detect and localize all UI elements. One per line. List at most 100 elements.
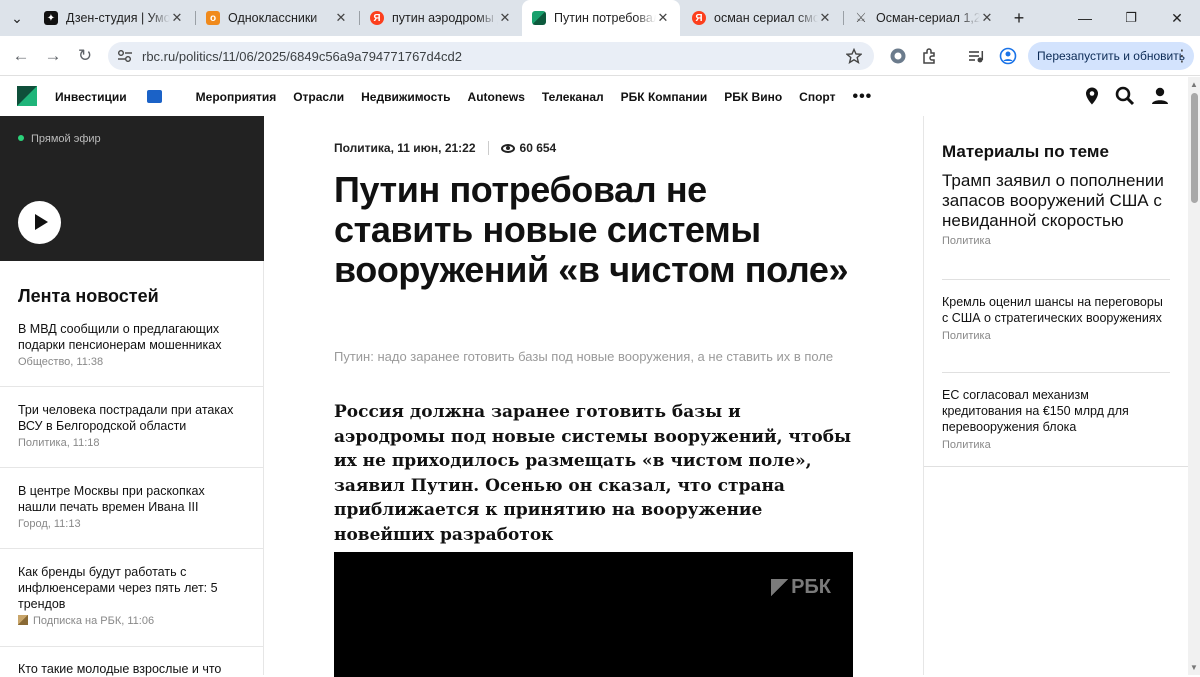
- rbc-logo-icon[interactable]: [17, 86, 37, 106]
- related-item[interactable]: Трамп заявил о пополнении запасов вооруж…: [942, 171, 1170, 247]
- nav-item-investments[interactable]: Инвестиции: [55, 89, 179, 104]
- feed-item-meta: Политика, 11:18: [18, 437, 100, 449]
- article-lead: Россия должна заранее готовить базы и аэ…: [334, 402, 852, 545]
- nav-item-realty[interactable]: Недвижимость: [361, 90, 450, 104]
- eye-views-icon: [500, 143, 515, 153]
- related-title: Материалы по теме: [942, 142, 1109, 161]
- site-menu: Инвестиции Мероприятия Отрасли Недвижимо…: [55, 77, 889, 116]
- nav-item-sport[interactable]: Спорт: [799, 90, 835, 104]
- back-arrow-icon[interactable]: ←: [9, 44, 33, 68]
- nav-item-wine[interactable]: РБК Вино: [724, 90, 782, 104]
- live-dot-icon: [18, 135, 24, 141]
- new-tab-plus-icon[interactable]: +: [1004, 0, 1034, 36]
- related-materials: Материалы по теме Трамп заявил о пополне…: [923, 116, 1189, 675]
- related-item-meta: Политика: [942, 439, 991, 451]
- tab-search-icon[interactable]: ⌄: [0, 0, 34, 36]
- browser-tab-strip: ⌄ ✦ Дзен-студия | Умом не понять ✕ о Одн…: [0, 0, 1200, 36]
- feed-item-title: В МВД сообщили о предлагающих подарки пе…: [18, 322, 222, 352]
- tab-yandex-osman[interactable]: Я осман сериал смотреть ✕: [682, 0, 842, 36]
- feed-item[interactable]: В МВД сообщили о предлагающих подарки пе…: [0, 321, 264, 368]
- close-icon[interactable]: ✕: [980, 10, 994, 26]
- views-count: 60 654: [519, 141, 557, 155]
- extension-shield-icon[interactable]: [889, 47, 907, 65]
- article-category-date[interactable]: Политика, 11 июн, 21:22: [334, 141, 476, 155]
- close-icon[interactable]: ✕: [170, 10, 184, 26]
- page-scrollbar[interactable]: ▲ ▼: [1188, 77, 1200, 675]
- media-controls-icon[interactable]: [967, 47, 985, 65]
- rbc-watermark-text: РБК: [791, 576, 831, 598]
- nav-item-autonews[interactable]: Autonews: [468, 90, 525, 104]
- browser-toolbar: ← → ↻ rbc.ru/politics/11/06/2025/6849c56…: [0, 36, 1200, 76]
- scrollbar-thumb[interactable]: [1191, 93, 1198, 203]
- tab-osman-serial[interactable]: ⚔ Осман-сериал 1,2,3,4 ✕: [844, 0, 1004, 36]
- url-text: rbc.ru/politics/11/06/2025/6849c56a9a794…: [142, 48, 462, 64]
- related-item-title: ЕС согласовал механизм кредитования на €…: [942, 388, 1129, 434]
- close-window-icon[interactable]: ✕: [1154, 0, 1200, 36]
- search-icon[interactable]: [1115, 86, 1135, 106]
- tab-yandex-search[interactable]: Я путин аэродромы для новых ✕: [360, 0, 522, 36]
- feed-divider: [0, 386, 264, 387]
- ok-favicon-icon: о: [206, 11, 220, 25]
- related-item[interactable]: Кремль оценил шансы на переговоры с США …: [942, 294, 1170, 342]
- live-stream-panel[interactable]: Прямой эфир: [0, 116, 264, 261]
- article-subtitle: Путин: надо заранее готовить базы под но…: [334, 349, 834, 364]
- article-title: Путин потребовал не ставить новые систем…: [334, 169, 849, 290]
- profile-avatar-icon[interactable]: [999, 47, 1017, 65]
- close-icon[interactable]: ✕: [656, 10, 670, 26]
- nav-item-industries[interactable]: Отрасли: [293, 90, 344, 104]
- feed-item-meta-text: Подписка на РБК, 11:06: [33, 615, 155, 627]
- related-item-meta: Политика: [942, 330, 991, 342]
- related-divider: [924, 466, 1189, 467]
- article-meta: Политика, 11 июн, 21:22 60 654: [334, 141, 556, 155]
- feed-item[interactable]: Как бренды будут работать с инфлюенсерам…: [0, 564, 264, 627]
- extensions-puzzle-icon[interactable]: [921, 47, 939, 65]
- browser-menu-kebab-icon[interactable]: ⋮: [1170, 44, 1194, 68]
- video-player[interactable]: РБК: [334, 552, 853, 677]
- reload-icon[interactable]: ↻: [73, 44, 97, 68]
- rbc-watermark: РБК: [771, 576, 831, 599]
- bookmark-star-icon[interactable]: [846, 48, 862, 64]
- subscription-tag-icon: [18, 615, 28, 625]
- close-icon[interactable]: ✕: [334, 10, 348, 26]
- close-icon[interactable]: ✕: [498, 10, 512, 26]
- close-icon[interactable]: ✕: [818, 10, 832, 26]
- scroll-down-arrow-icon[interactable]: ▼: [1190, 663, 1198, 672]
- site-settings-icon[interactable]: [117, 49, 133, 63]
- feed-item[interactable]: Три человека пострадали при атаках ВСУ в…: [0, 402, 264, 449]
- feed-item-title: В центре Москвы при раскопках нашли печа…: [18, 484, 205, 514]
- restore-window-icon[interactable]: ❐: [1108, 0, 1154, 36]
- dzen-favicon-icon: ✦: [44, 11, 58, 25]
- live-label: Прямой эфир: [18, 133, 101, 145]
- minimize-window-icon[interactable]: —: [1062, 0, 1108, 36]
- address-bar[interactable]: rbc.ru/politics/11/06/2025/6849c56a9a794…: [108, 42, 874, 70]
- related-item[interactable]: ЕС согласовал механизм кредитования на €…: [942, 387, 1170, 451]
- forward-arrow-icon[interactable]: →: [41, 44, 65, 68]
- yandex-favicon-icon: Я: [692, 11, 706, 25]
- feed-item[interactable]: В центре Москвы при раскопках нашли печа…: [0, 483, 264, 530]
- user-account-icon[interactable]: [1150, 86, 1170, 106]
- related-item-title: Трамп заявил о пополнении запасов вооруж…: [942, 171, 1164, 230]
- meta-divider: [487, 141, 489, 155]
- feed-item-meta: Город, 11:13: [18, 518, 81, 530]
- nav-item-events[interactable]: Мероприятия: [196, 90, 277, 104]
- related-item-title: Кремль оценил шансы на переговоры с США …: [942, 295, 1163, 325]
- feed-divider: [0, 467, 264, 468]
- related-item-meta: Политика: [942, 235, 991, 247]
- more-dots-icon[interactable]: •••: [852, 88, 872, 106]
- yandex-favicon-icon: Я: [370, 11, 384, 25]
- nav-item-tv[interactable]: Телеканал: [542, 90, 604, 104]
- location-pin-icon[interactable]: [1082, 86, 1102, 106]
- nav-item-companies[interactable]: РБК Компании: [621, 90, 708, 104]
- news-feed-title: Лента новостей: [18, 286, 159, 306]
- scroll-up-arrow-icon[interactable]: ▲: [1190, 80, 1198, 89]
- feed-divider: [0, 646, 264, 647]
- investments-badge-icon: [146, 89, 162, 103]
- feed-item-title: Как бренды будут работать с инфлюенсерам…: [18, 565, 218, 611]
- tab-dzen[interactable]: ✦ Дзен-студия | Умом не понять ✕: [34, 0, 194, 36]
- rbc-favicon-icon: [532, 11, 546, 25]
- related-divider: [942, 372, 1170, 373]
- tab-odnoklassniki[interactable]: о Одноклассники ✕: [196, 0, 358, 36]
- related-divider: [942, 279, 1170, 280]
- tab-rbc-active[interactable]: Путин потребовал не ставить ✕: [522, 0, 680, 36]
- play-icon[interactable]: [18, 201, 61, 244]
